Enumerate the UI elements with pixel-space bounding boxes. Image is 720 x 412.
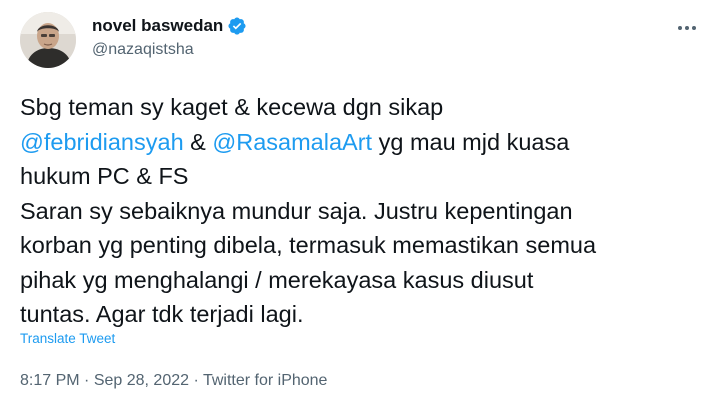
tweet-line: Sbg teman sy kaget & kecewa dgn sikap [20,94,444,120]
avatar[interactable] [20,12,76,68]
more-dots-icon [692,26,696,30]
tweet-time[interactable]: 8:17 PM [20,372,80,389]
tweet-line: hukum PC & FS [20,163,189,189]
display-name[interactable]: novel baswedan [92,16,223,36]
mention-link[interactable]: @febridiansyah [20,129,184,155]
verified-badge-icon [227,16,247,36]
avatar-photo [20,12,76,68]
tweet-text: Sbg teman sy kaget & kecewa dgn sikap @f… [20,90,710,332]
tweet-text-fragment: yg mau mjd kuasa [372,128,570,155]
more-dots-icon [678,26,682,30]
tweet-date[interactable]: Sep 28, 2022 [94,372,189,389]
tweet-line: tuntas. Agar tdk terjadi lagi. [20,301,304,327]
more-dots-icon [685,26,689,30]
tweet-card: novel baswedan @nazaqistsha Sbg teman sy… [0,0,720,412]
author-block: novel baswedan @nazaqistsha [92,15,247,59]
meta-separator: · [189,372,203,389]
mention-link[interactable]: @RasamalaArt [212,129,372,155]
translate-tweet-link[interactable]: Translate Tweet [20,331,115,346]
display-name-row: novel baswedan [92,15,247,37]
tweet-line: korban yg penting dibela, termasuk memas… [20,232,597,258]
more-options-button[interactable] [672,16,702,40]
tweet-line: Saran sy sebaiknya mundur saja. Justru k… [20,197,573,224]
meta-separator: · [79,372,94,389]
tweet-line: pihak yg menghalangi / merekayasa kasus … [20,266,534,293]
tweet-text-fragment: & [183,128,213,155]
tweet-source[interactable]: Twitter for iPhone [203,372,328,389]
user-handle[interactable]: @nazaqistsha [92,41,247,59]
tweet-meta: 8:17 PM · Sep 28, 2022 · Twitter for iPh… [20,372,327,390]
tweet-line: @febridiansyah & @RasamalaArt yg mau mjd… [20,125,710,160]
